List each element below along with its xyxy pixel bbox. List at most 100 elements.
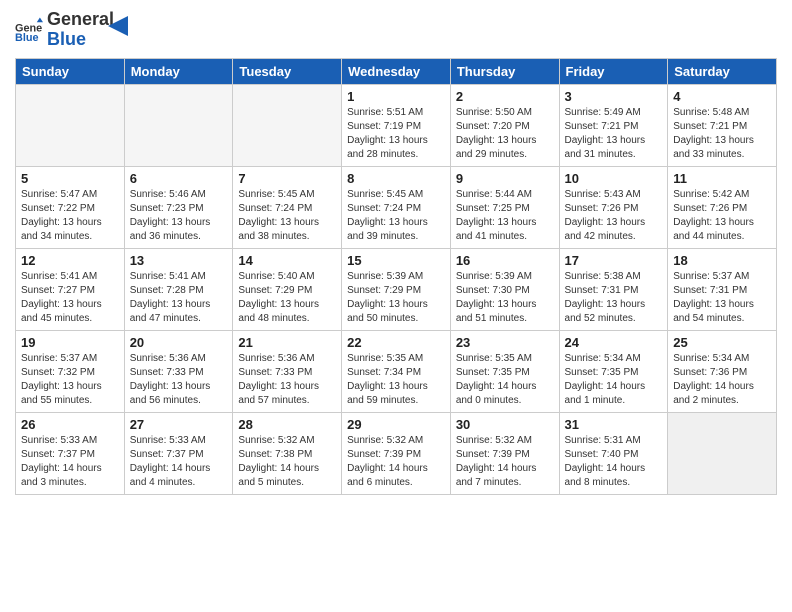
day-number: 27 bbox=[130, 417, 228, 432]
calendar-cell: 20 Sunrise: 5:36 AM Sunset: 7:33 PM Dayli… bbox=[124, 330, 233, 412]
calendar-container: General Blue General Blue SundayMondayTu… bbox=[0, 0, 792, 510]
logo-icon: General Blue bbox=[15, 16, 43, 44]
day-info: Sunrise: 5:33 AM Sunset: 7:37 PM Dayligh… bbox=[130, 434, 228, 490]
calendar-cell bbox=[124, 84, 233, 166]
day-info: Sunrise: 5:32 AM Sunset: 7:38 PM Dayligh… bbox=[238, 434, 336, 490]
day-info: Sunrise: 5:35 AM Sunset: 7:35 PM Dayligh… bbox=[456, 352, 554, 408]
day-number: 28 bbox=[238, 417, 336, 432]
day-number: 8 bbox=[347, 171, 445, 186]
week-row-4: 19Sunrise: 5:37 AM Sunset: 7:32 PM Dayli… bbox=[16, 330, 777, 412]
day-number: 4 bbox=[673, 89, 771, 104]
svg-text:Blue: Blue bbox=[15, 32, 39, 44]
calendar-cell: 29 Sunrise: 5:32 AM Sunset: 7:39 PM Dayli… bbox=[342, 412, 451, 494]
day-number: 13 bbox=[130, 253, 228, 268]
day-info: Sunrise: 5:32 AM Sunset: 7:39 PM Dayligh… bbox=[347, 434, 445, 490]
day-info: Sunrise: 5:40 AM Sunset: 7:29 PM Dayligh… bbox=[238, 270, 336, 326]
week-row-5: 26 Sunrise: 5:33 AM Sunset: 7:37 PM Dayli… bbox=[16, 412, 777, 494]
day-number: 26 bbox=[21, 417, 119, 432]
day-info: Sunrise: 5:36 AM Sunset: 7:33 PM Dayligh… bbox=[130, 352, 228, 408]
day-number: 10 bbox=[565, 171, 663, 186]
weekday-header-sunday: Sunday bbox=[16, 58, 125, 84]
calendar-cell: 15 Sunrise: 5:39 AM Sunset: 7:29 PM Dayli… bbox=[342, 248, 451, 330]
calendar-cell: 3 Sunrise: 5:49 AM Sunset: 7:21 PM Daylig… bbox=[559, 84, 668, 166]
day-info: Sunrise: 5:34 AM Sunset: 7:36 PM Dayligh… bbox=[673, 352, 771, 408]
day-number: 12 bbox=[21, 253, 119, 268]
day-number: 16 bbox=[456, 253, 554, 268]
calendar-cell: 26Sunrise: 5:33 AM Sunset: 7:37 PM Dayli… bbox=[16, 412, 125, 494]
day-info: Sunrise: 5:32 AM Sunset: 7:39 PM Dayligh… bbox=[456, 434, 554, 490]
weekday-header-wednesday: Wednesday bbox=[342, 58, 451, 84]
day-info: Sunrise: 5:45 AM Sunset: 7:24 PM Dayligh… bbox=[238, 188, 336, 244]
weekday-header-row: SundayMondayTuesdayWednesdayThursdayFrid… bbox=[16, 58, 777, 84]
day-number: 6 bbox=[130, 171, 228, 186]
weekday-header-tuesday: Tuesday bbox=[233, 58, 342, 84]
calendar-cell: 6 Sunrise: 5:46 AM Sunset: 7:23 PM Daylig… bbox=[124, 166, 233, 248]
logo-text-blue: Blue bbox=[47, 30, 114, 50]
day-info: Sunrise: 5:51 AM Sunset: 7:19 PM Dayligh… bbox=[347, 106, 445, 162]
week-row-3: 12 Sunrise: 5:41 AM Sunset: 7:27 PM Dayli… bbox=[16, 248, 777, 330]
day-number: 29 bbox=[347, 417, 445, 432]
logo-arrow-icon bbox=[108, 16, 128, 36]
day-info: Sunrise: 5:42 AM Sunset: 7:26 PM Dayligh… bbox=[673, 188, 771, 244]
day-number: 5 bbox=[21, 171, 119, 186]
calendar-cell: 12 Sunrise: 5:41 AM Sunset: 7:27 PM Dayli… bbox=[16, 248, 125, 330]
day-info: Sunrise: 5:34 AM Sunset: 7:35 PM Dayligh… bbox=[565, 352, 663, 408]
calendar-cell: 28 Sunrise: 5:32 AM Sunset: 7:38 PM Dayli… bbox=[233, 412, 342, 494]
calendar-cell: 18Sunrise: 5:37 AM Sunset: 7:31 PM Dayli… bbox=[668, 248, 777, 330]
calendar-table: SundayMondayTuesdayWednesdayThursdayFrid… bbox=[15, 58, 777, 495]
day-number: 23 bbox=[456, 335, 554, 350]
day-info: Sunrise: 5:49 AM Sunset: 7:21 PM Dayligh… bbox=[565, 106, 663, 162]
day-number: 15 bbox=[347, 253, 445, 268]
day-number: 21 bbox=[238, 335, 336, 350]
logo: General Blue General Blue bbox=[15, 10, 128, 50]
day-info: Sunrise: 5:41 AM Sunset: 7:28 PM Dayligh… bbox=[130, 270, 228, 326]
day-info: Sunrise: 5:36 AM Sunset: 7:33 PM Dayligh… bbox=[238, 352, 336, 408]
day-number: 20 bbox=[130, 335, 228, 350]
day-info: Sunrise: 5:39 AM Sunset: 7:30 PM Dayligh… bbox=[456, 270, 554, 326]
day-info: Sunrise: 5:39 AM Sunset: 7:29 PM Dayligh… bbox=[347, 270, 445, 326]
calendar-cell: 1 Sunrise: 5:51 AM Sunset: 7:19 PM Daylig… bbox=[342, 84, 451, 166]
calendar-cell: 14 Sunrise: 5:40 AM Sunset: 7:29 PM Dayli… bbox=[233, 248, 342, 330]
day-info: Sunrise: 5:41 AM Sunset: 7:27 PM Dayligh… bbox=[21, 270, 119, 326]
calendar-cell: 22Sunrise: 5:35 AM Sunset: 7:34 PM Dayli… bbox=[342, 330, 451, 412]
day-info: Sunrise: 5:46 AM Sunset: 7:23 PM Dayligh… bbox=[130, 188, 228, 244]
day-number: 17 bbox=[565, 253, 663, 268]
calendar-cell: 19Sunrise: 5:37 AM Sunset: 7:32 PM Dayli… bbox=[16, 330, 125, 412]
weekday-header-friday: Friday bbox=[559, 58, 668, 84]
calendar-cell: 30Sunrise: 5:32 AM Sunset: 7:39 PM Dayli… bbox=[450, 412, 559, 494]
day-number: 1 bbox=[347, 89, 445, 104]
day-info: Sunrise: 5:37 AM Sunset: 7:31 PM Dayligh… bbox=[673, 270, 771, 326]
day-info: Sunrise: 5:43 AM Sunset: 7:26 PM Dayligh… bbox=[565, 188, 663, 244]
calendar-cell bbox=[233, 84, 342, 166]
calendar-cell: 4 Sunrise: 5:48 AM Sunset: 7:21 PM Daylig… bbox=[668, 84, 777, 166]
calendar-cell: 2Sunrise: 5:50 AM Sunset: 7:20 PM Daylig… bbox=[450, 84, 559, 166]
calendar-cell: 11Sunrise: 5:42 AM Sunset: 7:26 PM Dayli… bbox=[668, 166, 777, 248]
day-info: Sunrise: 5:47 AM Sunset: 7:22 PM Dayligh… bbox=[21, 188, 119, 244]
calendar-cell: 8Sunrise: 5:45 AM Sunset: 7:24 PM Daylig… bbox=[342, 166, 451, 248]
calendar-cell: 16 Sunrise: 5:39 AM Sunset: 7:30 PM Dayli… bbox=[450, 248, 559, 330]
calendar-cell: 21 Sunrise: 5:36 AM Sunset: 7:33 PM Dayli… bbox=[233, 330, 342, 412]
day-info: Sunrise: 5:44 AM Sunset: 7:25 PM Dayligh… bbox=[456, 188, 554, 244]
logo-text-general: General bbox=[47, 10, 114, 30]
weekday-header-thursday: Thursday bbox=[450, 58, 559, 84]
day-info: Sunrise: 5:35 AM Sunset: 7:34 PM Dayligh… bbox=[347, 352, 445, 408]
calendar-cell: 24 Sunrise: 5:34 AM Sunset: 7:35 PM Dayli… bbox=[559, 330, 668, 412]
calendar-cell: 13 Sunrise: 5:41 AM Sunset: 7:28 PM Dayli… bbox=[124, 248, 233, 330]
calendar-cell: 31Sunrise: 5:31 AM Sunset: 7:40 PM Dayli… bbox=[559, 412, 668, 494]
day-number: 25 bbox=[673, 335, 771, 350]
weekday-header-monday: Monday bbox=[124, 58, 233, 84]
week-row-1: 1 Sunrise: 5:51 AM Sunset: 7:19 PM Daylig… bbox=[16, 84, 777, 166]
calendar-cell: 17Sunrise: 5:38 AM Sunset: 7:31 PM Dayli… bbox=[559, 248, 668, 330]
day-number: 3 bbox=[565, 89, 663, 104]
calendar-cell bbox=[668, 412, 777, 494]
day-number: 14 bbox=[238, 253, 336, 268]
day-number: 7 bbox=[238, 171, 336, 186]
day-info: Sunrise: 5:48 AM Sunset: 7:21 PM Dayligh… bbox=[673, 106, 771, 162]
calendar-cell bbox=[16, 84, 125, 166]
day-number: 2 bbox=[456, 89, 554, 104]
weekday-header-saturday: Saturday bbox=[668, 58, 777, 84]
header: General Blue General Blue bbox=[15, 10, 777, 50]
week-row-2: 5 Sunrise: 5:47 AM Sunset: 7:22 PM Daylig… bbox=[16, 166, 777, 248]
day-number: 24 bbox=[565, 335, 663, 350]
day-number: 19 bbox=[21, 335, 119, 350]
